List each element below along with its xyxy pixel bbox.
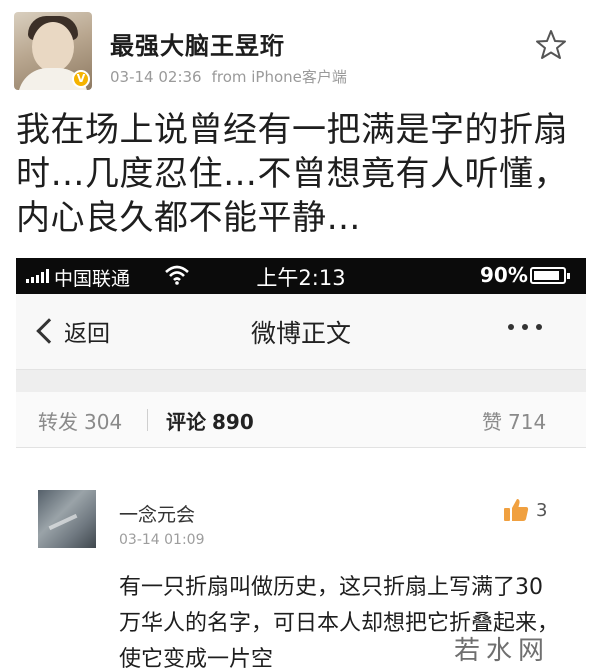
post-time: 03-14 02:36 bbox=[110, 68, 202, 86]
nav-bar: 返回 微博正文 bbox=[16, 294, 586, 370]
battery-fill bbox=[534, 271, 560, 280]
post-body: 我在场上说曾经有一把满是字的折扇时…几度忍住…不曾想竟有人听懂，内心良久都不能平… bbox=[16, 110, 568, 238]
watermark: 若水网 bbox=[454, 636, 551, 666]
post-meta: 03-14 02:36 from iPhone客户端 bbox=[110, 66, 347, 87]
repost-label: 转发 bbox=[38, 410, 78, 434]
author-avatar[interactable]: V bbox=[14, 12, 92, 90]
comment-count: 890 bbox=[212, 410, 254, 434]
page-title: 微博正文 bbox=[250, 319, 351, 348]
stats-divider bbox=[147, 409, 148, 431]
comment-label: 评论 bbox=[166, 410, 206, 434]
verified-badge-icon: V bbox=[72, 70, 90, 88]
author-name[interactable]: 最强大脑王昱珩 bbox=[110, 26, 285, 61]
more-dots-icon[interactable] bbox=[508, 324, 542, 330]
avatar-highlight bbox=[48, 513, 78, 531]
favorite-button[interactable] bbox=[534, 28, 568, 62]
battery-tip bbox=[567, 273, 570, 279]
comment-like-button[interactable]: 3 bbox=[502, 496, 547, 524]
weibo-post: V 最强大脑王昱珩 03-14 02:36 from iPhone客户端 我在场上… bbox=[0, 0, 600, 258]
post-source: from iPhone客户端 bbox=[211, 68, 347, 86]
comment-time: 03-14 01:09 bbox=[119, 532, 205, 548]
tab-comment[interactable]: 评论 890 bbox=[166, 406, 254, 435]
embedded-screenshot: 中国联通 上午2:13 90% 返回 微博正文 转发 304 评论 890 赞 … bbox=[16, 258, 586, 670]
tab-like[interactable]: 赞 714 bbox=[482, 406, 546, 435]
comment-like-count: 3 bbox=[536, 499, 548, 521]
commenter-avatar[interactable] bbox=[38, 490, 96, 548]
star-icon bbox=[536, 30, 566, 59]
stats-bar: 转发 304 评论 890 赞 714 bbox=[16, 392, 586, 448]
status-bar: 中国联通 上午2:13 90% bbox=[16, 258, 586, 294]
battery-percent: 90% bbox=[480, 263, 528, 287]
like-label: 赞 bbox=[482, 410, 502, 434]
section-divider bbox=[16, 370, 586, 392]
commenter-name[interactable]: 一念元会 bbox=[119, 500, 195, 527]
like-count: 714 bbox=[508, 410, 547, 434]
avatar-face bbox=[32, 22, 74, 72]
battery-icon bbox=[530, 267, 570, 284]
thumbs-up-icon bbox=[504, 499, 529, 521]
repost-count: 304 bbox=[84, 410, 123, 434]
tab-repost[interactable]: 转发 304 bbox=[38, 406, 122, 435]
